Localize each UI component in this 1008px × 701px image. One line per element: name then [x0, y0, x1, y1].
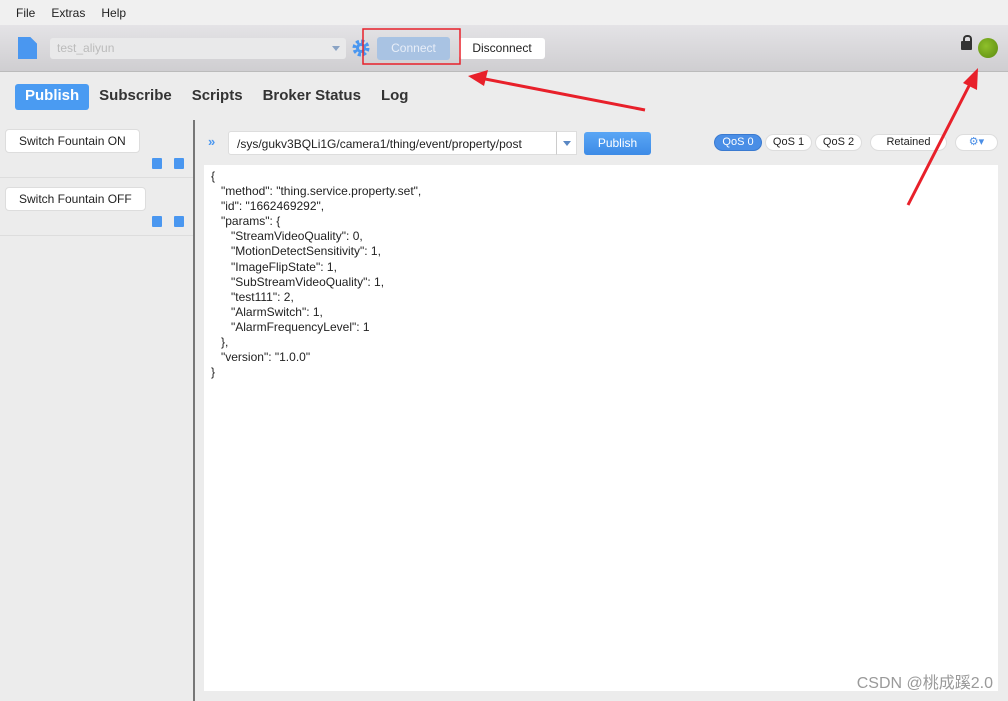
trash-icon[interactable]	[174, 158, 184, 169]
edit-icon[interactable]	[152, 158, 162, 169]
publish-button[interactable]: Publish	[584, 132, 651, 155]
payload-line: "StreamVideoQuality": 0,	[211, 229, 363, 244]
saved-scripts-panel: Switch Fountain ON Switch Fountain OFF	[0, 120, 193, 701]
tab-scripts[interactable]: Scripts	[182, 84, 253, 110]
payload-line: {	[211, 169, 216, 183]
payload-line: "id": "1662469292",	[211, 199, 325, 214]
arrow-line	[479, 76, 646, 112]
connection-status-indicator	[978, 38, 998, 58]
chevron-down-icon	[332, 46, 340, 55]
file-icon[interactable]	[18, 37, 37, 59]
connection-toolbar: test_aliyun Connect Disconnect	[0, 25, 1008, 72]
payload-line: "AlarmSwitch": 1,	[211, 304, 323, 319]
list-item: Switch Fountain OFF	[0, 178, 193, 236]
retained-button[interactable]: Retained	[870, 134, 947, 151]
menu-help[interactable]: Help	[101, 6, 126, 20]
gear-icon[interactable]	[351, 38, 371, 58]
lock-icon	[961, 35, 972, 50]
menu-bar: File Extras Help	[0, 0, 1008, 25]
panel-splitter[interactable]	[193, 120, 195, 701]
disconnect-button[interactable]: Disconnect	[459, 38, 545, 59]
topic-history-dropdown[interactable]	[556, 131, 577, 155]
qos2-button[interactable]: QoS 2	[815, 134, 862, 151]
payload-line: }	[211, 365, 216, 380]
watermark: CSDN @桃成蹊2.0	[856, 675, 993, 692]
menu-extras[interactable]: Extras	[51, 6, 85, 20]
tab-subscribe[interactable]: Subscribe	[89, 84, 182, 110]
payload-line: "params": {	[211, 214, 281, 229]
qos1-button[interactable]: QoS 1	[765, 134, 812, 151]
profile-select[interactable]: test_aliyun	[50, 38, 346, 59]
trash-icon[interactable]	[174, 216, 184, 227]
list-item: Switch Fountain ON	[0, 120, 193, 178]
tab-publish[interactable]: Publish	[15, 84, 90, 110]
tab-broker-status[interactable]: Broker Status	[253, 84, 371, 110]
payload-line: },	[211, 335, 229, 350]
payload-editor[interactable]: { "method": "thing.service.property.set"…	[204, 165, 998, 691]
payload-line: "test111": 2,	[211, 289, 294, 304]
expand-icon[interactable]: »	[208, 134, 215, 149]
qos0-button[interactable]: QoS 0	[714, 134, 762, 151]
payload-line: "MotionDetectSensitivity": 1,	[211, 244, 381, 259]
payload-line: "version": "1.0.0"	[211, 350, 311, 365]
main-tabs: Publish Subscribe Scripts Broker Status …	[15, 84, 418, 110]
edit-icon[interactable]	[152, 216, 162, 227]
gear-icon: ⚙▾	[968, 136, 985, 148]
payload-line: "method": "thing.service.property.set",	[211, 184, 422, 199]
payload-line: "SubStreamVideoQuality": 1,	[211, 274, 385, 289]
payload-line: "AlarmFrequencyLevel": 1	[211, 319, 370, 334]
arrow-head	[468, 70, 488, 86]
script-button[interactable]: Switch Fountain OFF	[5, 187, 146, 211]
menu-file[interactable]: File	[16, 6, 35, 20]
topic-input[interactable]: /sys/gukv3BQLi1G/camera1/thing/event/pro…	[228, 131, 577, 155]
payload-line: "ImageFlipState": 1,	[211, 259, 337, 274]
publish-bar: » /sys/gukv3BQLi1G/camera1/thing/event/p…	[205, 131, 1008, 155]
connect-button[interactable]: Connect	[377, 37, 450, 60]
options-gear-button[interactable]: ⚙▾	[955, 134, 998, 151]
profile-value: test_aliyun	[57, 41, 115, 55]
tab-log[interactable]: Log	[371, 84, 419, 110]
script-button[interactable]: Switch Fountain ON	[5, 129, 140, 153]
